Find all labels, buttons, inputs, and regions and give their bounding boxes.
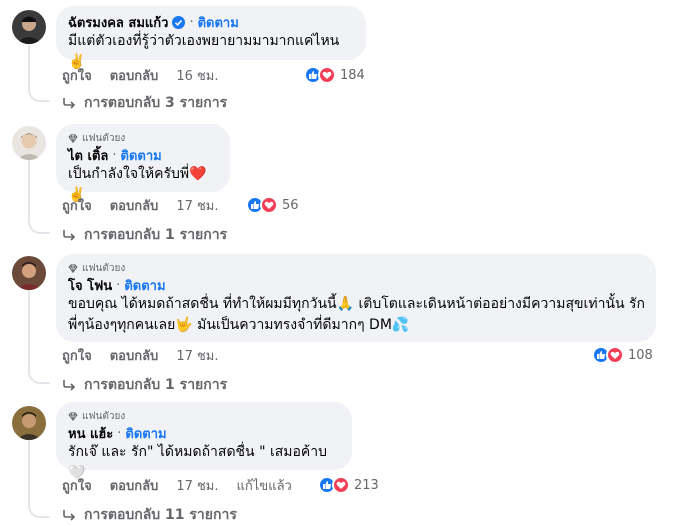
thread-curve [28,504,50,518]
love-reaction-icon [606,346,624,364]
avatar[interactable] [12,406,46,440]
reaction-count: 108 [628,347,653,363]
reply-button[interactable]: ตอบกลับ [110,65,159,86]
comment-text-line-2: พี่ๆน้องๆทุกคนเลย🤟 มันเป็นความทรงจำที่ดี… [68,317,410,333]
replies-label: การตอบกลับ 3 รายการ [84,95,228,111]
thread-line [28,440,30,506]
separator-dot: · [189,14,194,30]
author-name[interactable]: หน แฮ้ะ [68,423,113,444]
reply-button[interactable]: ตอบกลับ [110,345,159,366]
like-button[interactable]: ถูกใจ [62,195,92,216]
comment-actions: ถูกใจ ตอบกลับ 17 ชม. [62,196,219,214]
comment-bubble: แฟนตัวยง หน แฮ้ะ · ติดตาม รักเจ๊ และ รัก… [56,402,352,481]
comment-actions: ถูกใจ ตอบกลับ 16 ชม. [62,66,219,84]
view-replies-link[interactable]: การตอบกลับ 3 รายการ [62,92,227,114]
thread-curve [28,220,50,234]
top-fan-badge: แฟนตัวยง [68,131,218,145]
badge-label: แฟนตัวยง [82,410,126,422]
thread-curve [28,370,50,384]
love-reaction-icon [318,66,336,84]
badge-label: แฟนตัวยง [82,132,126,144]
author-row: ไต เติ้ล · ติดตาม [68,146,218,164]
reaction-summary[interactable]: 56 [246,196,299,214]
timestamp[interactable]: 16 ชม. [176,65,218,86]
avatar[interactable] [12,10,46,44]
thread-line [28,160,30,222]
avatar[interactable] [12,126,46,160]
timestamp[interactable]: 17 ชม. [176,345,218,366]
like-button[interactable]: ถูกใจ [62,345,92,366]
author-row: โจ โฟน · ติดตาม [68,276,644,294]
view-replies-link[interactable]: การตอบกลับ 11 รายการ [62,504,237,526]
thread-line [28,44,30,90]
avatar[interactable] [12,256,46,290]
author-name[interactable]: ไต เติ้ล [68,145,108,166]
follow-link[interactable]: ติดตาม [198,12,239,33]
separator-dot: · [116,277,121,293]
replies-label: การตอบกลับ 11 รายการ [84,507,237,523]
reply-button[interactable]: ตอบกลับ [110,195,159,216]
view-replies-link[interactable]: การตอบกลับ 1 รายการ [62,374,227,396]
follow-link[interactable]: ติดตาม [124,275,165,296]
diamond-icon [68,411,78,421]
comment-text-line-1: ขอบคุณ ได้หมดถ้าสดชื่น ที่ทำให้ผมมีทุกวั… [68,296,646,312]
diamond-icon [68,263,78,273]
thread-line [28,290,30,372]
edited-label: แก้ไขแล้ว [236,478,292,494]
reaction-count: 213 [354,477,379,493]
author-name[interactable]: โจ โฟน [68,275,112,296]
comment-bubble: ฉัตรมงคล สมแก้ว · ติดตาม มีแต่ตัวเองที่ร… [56,6,366,70]
love-reaction-icon [260,196,278,214]
reaction-summary[interactable]: 213 [318,476,379,494]
verified-badge-icon [172,15,186,29]
follow-link[interactable]: ติดตาม [125,423,166,444]
diamond-icon [68,133,78,143]
view-replies-link[interactable]: การตอบกลับ 1 รายการ [62,224,227,246]
author-row: ฉัตรมงคล สมแก้ว · ติดตาม [68,13,354,31]
comment-bubble: แฟนตัวยง โจ โฟน · ติดตาม ขอบคุณ ได้หมดถ้… [56,254,656,342]
comment-actions: ถูกใจ ตอบกลับ 17 ชม. [62,346,219,364]
top-fan-badge: แฟนตัวยง [68,261,644,275]
reaction-summary[interactable]: 184 [304,66,365,84]
reaction-count: 56 [282,197,299,213]
reply-button[interactable]: ตอบกลับ [110,475,159,496]
author-name[interactable]: ฉัตรมงคล สมแก้ว [68,12,168,33]
separator-dot: · [112,147,117,163]
replies-label: การตอบกลับ 1 รายการ [84,377,228,393]
like-button[interactable]: ถูกใจ [62,65,92,86]
like-button[interactable]: ถูกใจ [62,475,92,496]
reply-arrow-icon [62,509,76,521]
reply-arrow-icon [62,229,76,241]
reply-arrow-icon [62,379,76,391]
timestamp[interactable]: 17 ชม. [176,195,218,216]
reaction-summary[interactable]: 108 [592,346,653,364]
love-reaction-icon [332,476,350,494]
replies-label: การตอบกลับ 1 รายการ [84,227,228,243]
top-fan-badge: แฟนตัวยง [68,409,340,423]
thread-curve [28,88,50,102]
follow-link[interactable]: ติดตาม [121,145,162,166]
badge-label: แฟนตัวยง [82,262,126,274]
comment-bubble: แฟนตัวยง ไต เติ้ล · ติดตาม เป็นกำลังใจให… [56,124,230,203]
comment-actions: ถูกใจ ตอบกลับ 17 ชม. แก้ไขแล้ว [62,476,292,494]
separator-dot: · [117,425,122,441]
timestamp[interactable]: 17 ชม. [176,475,218,496]
reaction-count: 184 [340,67,365,83]
author-row: หน แฮ้ะ · ติดตาม [68,424,340,442]
reply-arrow-icon [62,97,76,109]
